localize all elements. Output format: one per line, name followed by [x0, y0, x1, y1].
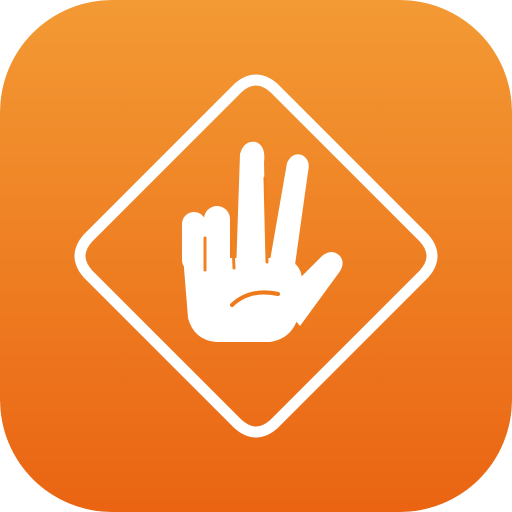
hand-folded-finger-2 — [204, 206, 230, 272]
hand-finger-gap — [263, 176, 269, 264]
app-icon[interactable] — [0, 0, 512, 512]
hand-folded-finger-1 — [182, 212, 206, 272]
hand-finger-gap — [230, 216, 236, 270]
app-icon-graphic — [0, 0, 512, 512]
hand-index-finger — [236, 141, 266, 272]
